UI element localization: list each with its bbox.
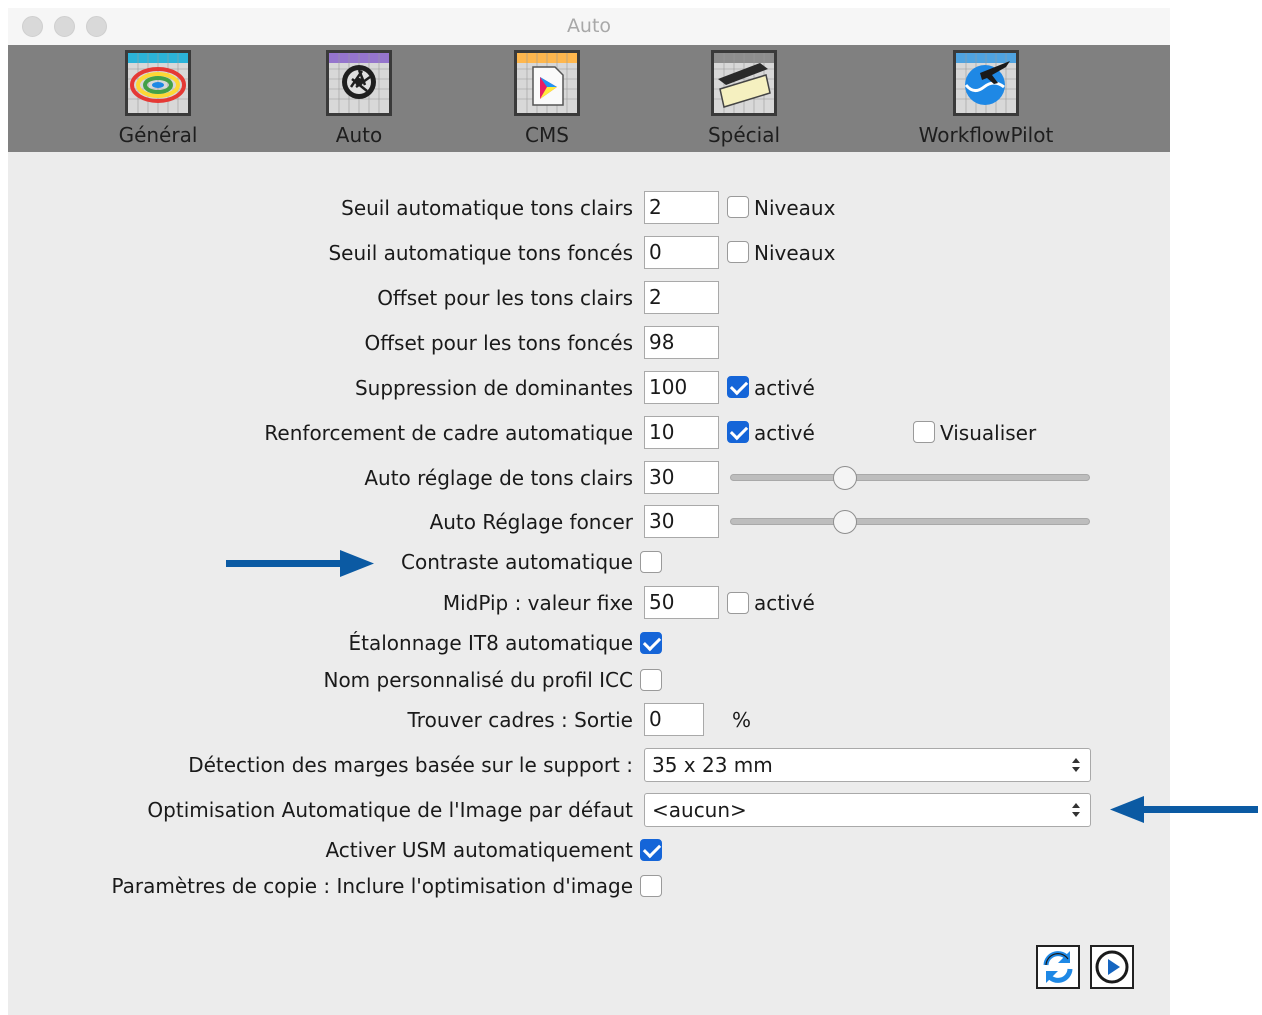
annotation-arrow-left-icon — [1110, 796, 1258, 823]
aperture-icon — [326, 50, 392, 116]
tab-workflowpilot[interactable]: WorkflowPilot — [906, 45, 1066, 152]
midpip-active-checkbox[interactable] — [727, 592, 749, 614]
tab-auto-label: Auto — [335, 123, 383, 147]
run-button[interactable] — [1090, 945, 1134, 989]
renforcement-active-label: activé — [754, 421, 815, 445]
seuil-clairs-input[interactable]: 2 — [644, 191, 719, 224]
midpip-input[interactable]: 50 — [644, 586, 719, 619]
auto-clairs-slider-knob[interactable] — [833, 466, 858, 490]
copie-checkbox[interactable] — [640, 875, 662, 897]
tab-general-label: Général — [118, 123, 198, 147]
visualiser-label: Visualiser — [940, 421, 1037, 445]
optimisation-label: Optimisation Automatique de l'Image par … — [147, 798, 633, 822]
offset-fonces-label: Offset pour les tons foncés — [364, 331, 633, 355]
refresh-button[interactable] — [1036, 945, 1080, 989]
auto-foncer-slider-knob[interactable] — [833, 510, 858, 534]
tab-cms-label: CMS — [525, 123, 569, 147]
it8-checkbox[interactable] — [640, 632, 662, 654]
auto-clairs-input[interactable]: 30 — [644, 461, 719, 494]
usm-label: Activer USM automatiquement — [325, 838, 633, 862]
auto-foncer-label: Auto Réglage foncer — [429, 510, 633, 534]
usm-checkbox[interactable] — [640, 839, 662, 861]
annotation-arrow-right-icon — [226, 550, 374, 577]
suppression-label: Suppression de dominantes — [354, 376, 633, 400]
stepper-chevron-icon — [1072, 803, 1080, 817]
color-profile-icon — [514, 50, 580, 116]
title-bar: Auto — [8, 8, 1170, 45]
cadres-label: Trouver cadres : Sortie — [407, 708, 633, 732]
tab-special-label: Spécial — [707, 123, 781, 147]
offset-fonces-input[interactable]: 98 — [644, 326, 719, 359]
optimisation-selected-value: <aucun> — [652, 798, 747, 822]
refresh-icon — [1043, 951, 1073, 983]
renforcement-label: Renforcement de cadre automatique — [264, 421, 633, 445]
marges-selected-value: 35 x 23 mm — [652, 753, 773, 777]
auto-clairs-slider-track[interactable] — [730, 474, 1090, 481]
cadres-input[interactable]: 0 — [644, 703, 704, 736]
tab-cms[interactable]: CMS — [487, 45, 607, 152]
seuil-fonces-niveaux-label: Niveaux — [754, 241, 836, 265]
scanner-icon — [711, 50, 777, 116]
contraste-label: Contraste automatique — [401, 550, 633, 574]
general-settings-icon — [125, 50, 191, 116]
seuil-clairs-niveaux-label: Niveaux — [754, 196, 836, 220]
renforcement-input[interactable]: 10 — [644, 416, 719, 449]
it8-label: Étalonnage IT8 automatique — [348, 631, 633, 655]
offset-clairs-label: Offset pour les tons clairs — [377, 286, 633, 310]
auto-foncer-input[interactable]: 30 — [644, 505, 719, 538]
auto-clairs-label: Auto réglage de tons clairs — [364, 466, 633, 490]
suppression-input[interactable]: 100 — [644, 371, 719, 404]
tab-special[interactable]: Spécial — [684, 45, 804, 152]
renforcement-active-checkbox[interactable] — [727, 421, 749, 443]
workflow-pilot-icon — [953, 50, 1019, 116]
preferences-toolbar: Général Auto CMS Spécial WorkflowPilot — [8, 45, 1170, 152]
seuil-fonces-label: Seuil automatique tons foncés — [328, 241, 633, 265]
stepper-chevron-icon — [1072, 758, 1080, 772]
midpip-label: MidPip : valeur fixe — [442, 591, 633, 615]
icc-label: Nom personnalisé du profil ICC — [323, 668, 633, 692]
seuil-clairs-niveaux-checkbox[interactable] — [727, 196, 749, 218]
visualiser-checkbox[interactable] — [913, 421, 935, 443]
seuil-clairs-label: Seuil automatique tons clairs — [341, 196, 633, 220]
tab-general[interactable]: Général — [98, 45, 218, 152]
marges-select[interactable]: 35 x 23 mm — [644, 748, 1091, 782]
tab-auto[interactable]: Auto — [299, 45, 419, 152]
auto-foncer-slider-track[interactable] — [730, 518, 1090, 525]
copie-label: Paramètres de copie : Inclure l'optimisa… — [111, 874, 634, 898]
midpip-active-label: activé — [754, 591, 815, 615]
offset-clairs-input[interactable]: 2 — [644, 281, 719, 314]
window-title: Auto — [566, 15, 612, 37]
contraste-checkbox[interactable] — [640, 551, 662, 573]
tab-workflowpilot-label: WorkflowPilot — [918, 123, 1054, 147]
play-icon — [1095, 950, 1129, 984]
suppression-active-checkbox[interactable] — [727, 376, 749, 398]
icc-checkbox[interactable] — [640, 669, 662, 691]
seuil-fonces-input[interactable]: 0 — [644, 236, 719, 269]
seuil-fonces-niveaux-checkbox[interactable] — [727, 241, 749, 263]
cadres-unit: % — [732, 708, 752, 732]
optimisation-select[interactable]: <aucun> — [644, 793, 1091, 827]
preferences-window: Auto Général Auto CMS Spécial WorkflowPi… — [8, 8, 1170, 1015]
suppression-active-label: activé — [754, 376, 815, 400]
marges-label: Détection des marges basée sur le suppor… — [188, 753, 633, 777]
